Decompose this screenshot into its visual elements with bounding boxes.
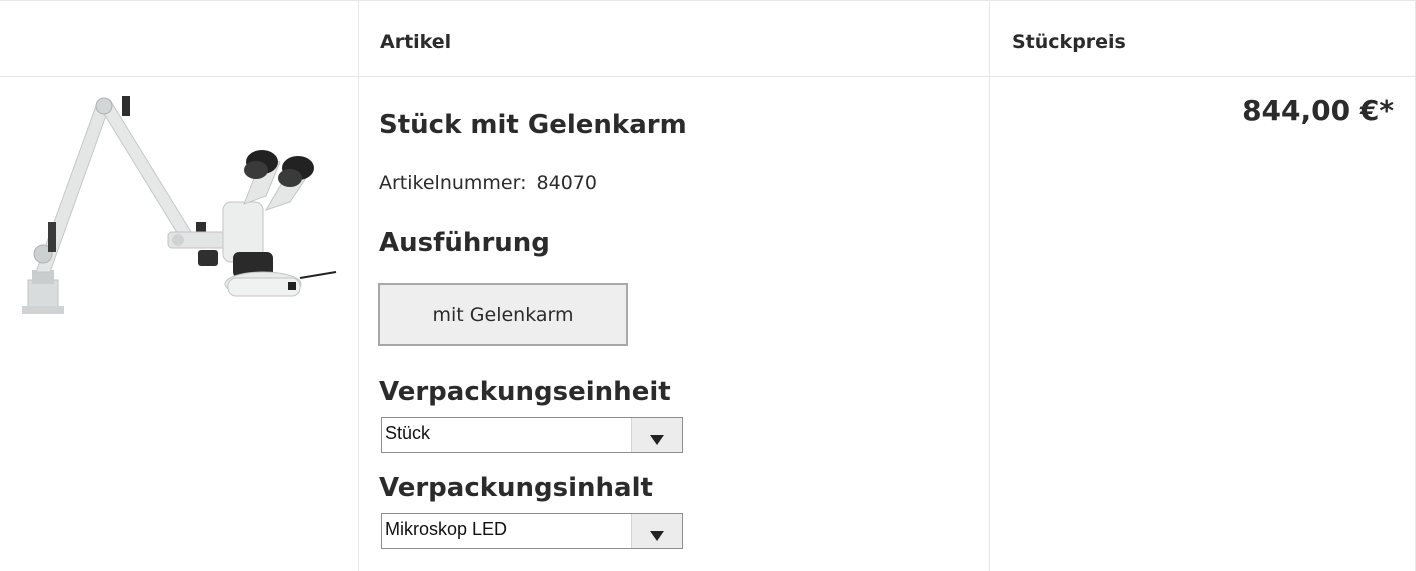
- sku-label: Artikelnummer:: [379, 172, 527, 194]
- row-divider: [0, 0, 1416, 1]
- column-divider: [989, 0, 990, 571]
- packaging-unit-heading: Verpackungseinheit: [379, 377, 671, 407]
- packaging-content-value: Mikroskop LED: [385, 519, 508, 539]
- header-article: Artikel: [380, 31, 452, 53]
- variant-option-button[interactable]: mit Gelenkarm: [378, 283, 628, 346]
- chevron-down-icon[interactable]: [631, 514, 682, 548]
- header-unit-price: Stückpreis: [1012, 31, 1126, 53]
- row-divider: [0, 76, 1416, 77]
- variant-heading: Ausführung: [379, 228, 550, 258]
- sku-row: Artikelnummer: 84070: [379, 172, 597, 194]
- packaging-content-heading: Verpackungsinhalt: [379, 473, 653, 503]
- product-title[interactable]: Stück mit Gelenkarm: [379, 110, 687, 140]
- packaging-unit-value: Stück: [385, 423, 431, 443]
- packaging-content-select[interactable]: Mikroskop LED: [381, 513, 683, 549]
- unit-price: 844,00 €*: [1242, 94, 1394, 127]
- chevron-down-icon[interactable]: [631, 418, 682, 452]
- product-image[interactable]: [18, 92, 340, 320]
- sku-value: 84070: [536, 172, 597, 194]
- cart-table: Artikel Stückpreis Stück mit Gelenkarm A…: [0, 0, 1416, 571]
- packaging-unit-select[interactable]: Stück: [381, 417, 683, 453]
- column-divider: [358, 0, 359, 571]
- microscope-image: [22, 96, 337, 314]
